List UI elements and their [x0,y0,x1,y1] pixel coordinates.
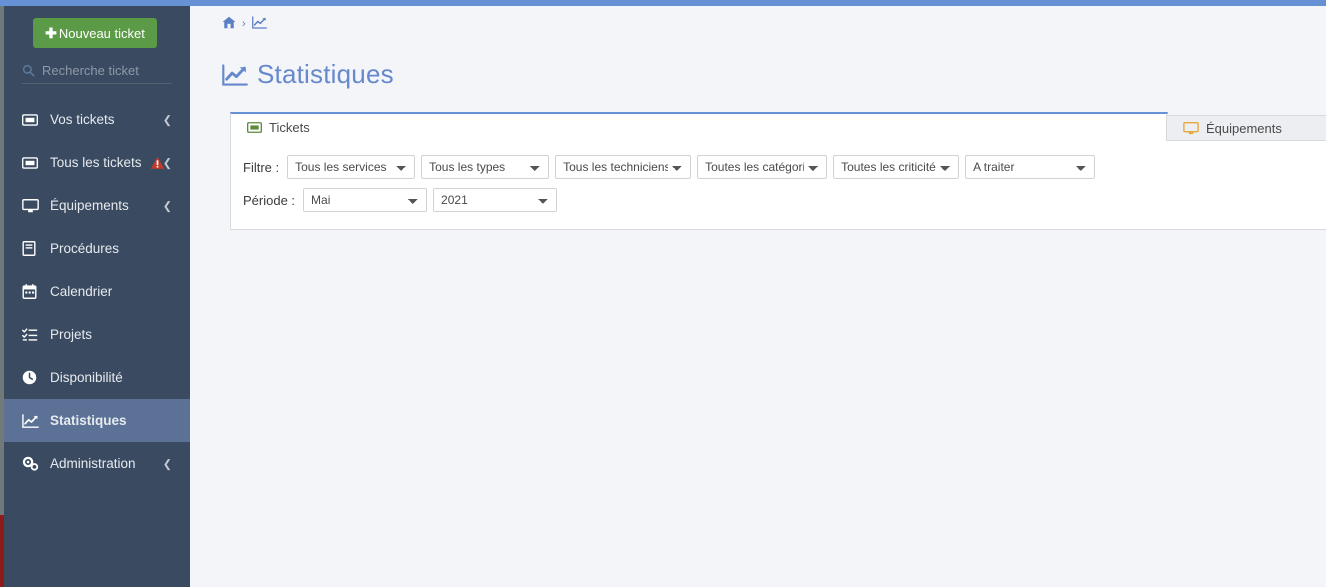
sidebar-item-label: Projets [50,327,92,342]
filter-row-periode: Période : Mai 2021 [243,188,1326,212]
chevron-left-icon: ❮ [163,156,172,169]
page-title: Statistiques [190,49,1326,90]
plus-icon: ✚ [45,25,57,41]
sidebar-item-administration[interactable]: Administration ❮ [0,442,190,485]
filter-categories-select[interactable]: Toutes les catégories [697,155,827,179]
new-ticket-button[interactable]: ✚Nouveau ticket [33,18,157,48]
sidebar-item-label: Statistiques [50,413,127,428]
tab-equipements[interactable]: Équipements [1166,115,1326,141]
sidebar-item-projets[interactable]: Projets [0,313,190,356]
sidebar-item-statistiques[interactable]: Statistiques [0,399,190,442]
calendar-icon [22,284,42,299]
sidebar-item-label: Équipements [50,198,129,213]
chart-line-icon [222,64,248,86]
filter-criticites-select[interactable]: Toutes les criticités [833,155,959,179]
new-ticket-label: Nouveau ticket [59,26,145,41]
breadcrumb: › [190,6,1326,32]
book-icon [22,241,42,256]
sidebar-nav: Vos tickets ❮ Tous les tickets ❮ [0,98,190,485]
periode-month-select[interactable]: Mai [303,188,427,212]
filter-techniciens-select[interactable]: Tous les techniciens [555,155,691,179]
ticket-icon [247,122,262,133]
sidebar-item-calendrier[interactable]: Calendrier [0,270,190,313]
sidebar-item-disponibilite[interactable]: Disponibilité [0,356,190,399]
tab-tickets[interactable]: Tickets [230,112,1168,141]
monitor-icon [1183,122,1199,135]
search-input[interactable] [42,63,162,78]
sidebar-item-label: Procédures [50,241,119,256]
chart-line-icon [22,414,42,428]
chevron-left-icon: ❮ [163,113,172,126]
sidebar: ✚Nouveau ticket Vos tickets ❮ [0,6,190,587]
tab-strip: Tickets Équipements [230,112,1326,141]
chevron-left-icon: ❮ [163,199,172,212]
tab-label: Tickets [269,120,310,135]
sidebar-item-label: Administration [50,456,136,471]
search-icon [22,64,35,77]
left-rail-top-segment [0,0,4,6]
page-title-text: Statistiques [257,59,394,90]
filter-types-select[interactable]: Tous les types [421,155,549,179]
clock-icon [22,370,42,385]
tasks-list-icon [22,328,42,342]
main-content: › Statistiques [190,6,1326,587]
periode-label: Période : [243,193,295,208]
home-icon[interactable] [222,16,236,32]
sidebar-item-procedures[interactable]: Procédures [0,227,190,270]
periode-year-select[interactable]: 2021 [433,188,557,212]
left-rail-red-segment [0,515,4,587]
filter-etat-select[interactable]: A traiter [965,155,1095,179]
tab-label: Équipements [1206,121,1282,136]
left-edge-rail[interactable] [0,0,4,587]
filtre-label: Filtre : [243,160,279,175]
chevron-left-icon: ❮ [163,457,172,470]
sidebar-item-equipements[interactable]: Équipements ❮ [0,184,190,227]
sidebar-item-label: Disponibilité [50,370,123,385]
ticket-icon [22,114,42,126]
sidebar-item-vos-tickets[interactable]: Vos tickets ❮ [0,98,190,141]
gears-icon [22,456,42,471]
filter-services-select[interactable]: Tous les services [287,155,415,179]
chart-line-icon[interactable] [252,16,267,32]
sidebar-item-label: Vos tickets [50,112,115,127]
sidebar-item-tous-les-tickets[interactable]: Tous les tickets ❮ [0,141,190,184]
monitor-icon [22,199,42,213]
filter-row-filtre: Filtre : Tous les services Tous les type… [243,155,1326,179]
sidebar-search[interactable] [22,62,172,84]
ticket-icon [22,157,42,169]
sidebar-item-label: Calendrier [50,284,112,299]
breadcrumb-separator: › [242,18,246,30]
filters-panel: Filtre : Tous les services Tous les type… [230,141,1326,230]
sidebar-item-label: Tous les tickets [50,155,142,170]
